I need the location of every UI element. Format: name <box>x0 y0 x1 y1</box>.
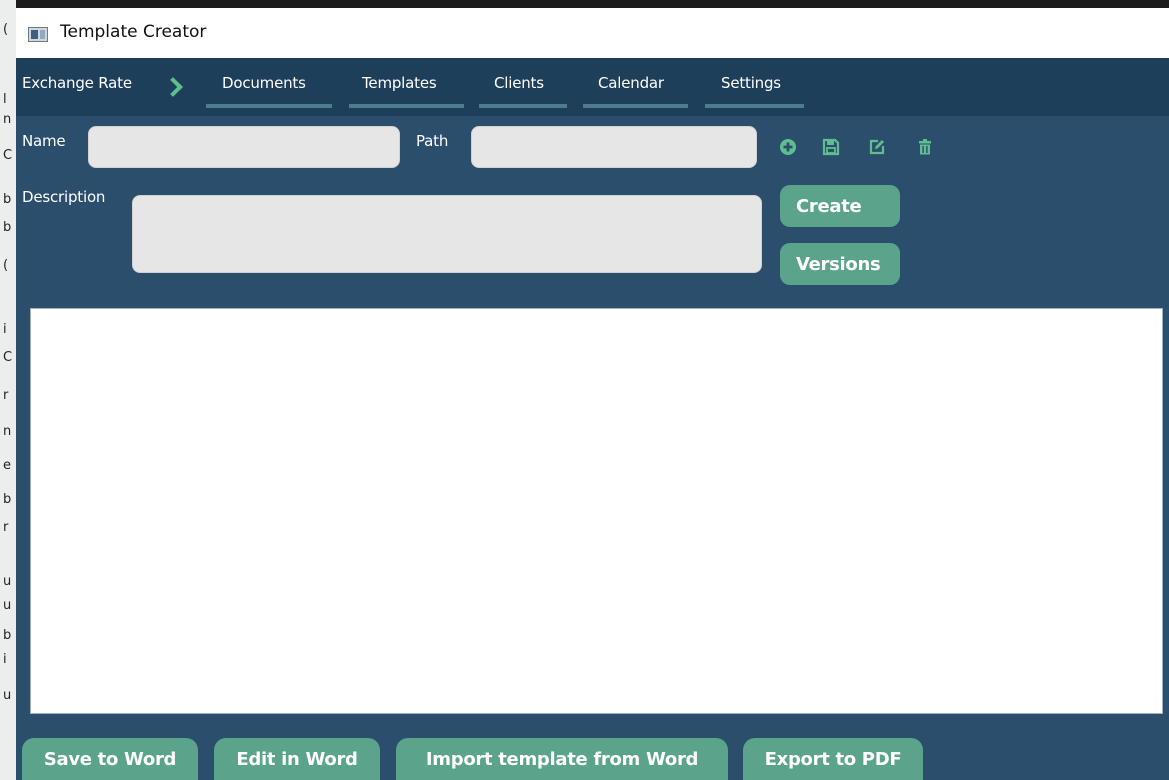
background-window-strip: ( l n C b b ( i C r n e b r u u b i u <box>0 0 16 780</box>
background-glyph: b <box>3 192 12 207</box>
trash-icon[interactable] <box>914 136 936 158</box>
background-glyph: r <box>3 388 9 403</box>
window-title: Template Creator <box>60 22 207 42</box>
window-titlebar[interactable]: Template Creator <box>16 8 1169 58</box>
description-input[interactable] <box>132 195 762 273</box>
versions-button[interactable]: Versions <box>780 243 900 285</box>
background-glyph: n <box>3 112 12 127</box>
chevron-right-icon[interactable] <box>163 77 183 97</box>
background-glyph: ( <box>3 22 9 37</box>
edit-icon[interactable] <box>866 136 888 158</box>
path-label: Path <box>416 132 449 150</box>
tab-settings[interactable]: Settings <box>721 74 781 92</box>
background-glyph: b <box>3 628 12 643</box>
background-glyph: r <box>3 520 9 535</box>
background-glyph: i <box>3 322 7 337</box>
main-nav: Exchange Rate Documents Templates Client… <box>16 58 1169 116</box>
description-label: Description <box>22 188 106 206</box>
name-label: Name <box>22 132 66 150</box>
nav-exchange-rate[interactable]: Exchange Rate <box>22 74 132 92</box>
background-glyph: l <box>3 92 7 107</box>
background-glyph: u <box>3 688 12 703</box>
tab-clients-underline <box>479 104 567 108</box>
tab-documents-underline <box>206 104 332 108</box>
tab-calendar-underline <box>583 104 688 108</box>
top-edge <box>0 0 1169 8</box>
save-to-word-button[interactable]: Save to Word <box>22 738 198 780</box>
tab-clients[interactable]: Clients <box>494 74 544 92</box>
app-window-icon <box>28 27 48 42</box>
export-to-pdf-button[interactable]: Export to PDF <box>743 738 923 780</box>
background-glyph: i <box>3 652 7 667</box>
create-button[interactable]: Create <box>780 185 900 227</box>
background-glyph: C <box>3 148 13 163</box>
background-glyph: u <box>3 574 12 589</box>
background-glyph: ( <box>3 258 9 273</box>
tab-templates-underline <box>349 104 464 108</box>
background-glyph: u <box>3 598 12 613</box>
background-glyph: n <box>3 424 12 439</box>
background-glyph: b <box>3 220 12 235</box>
save-icon[interactable] <box>820 136 842 158</box>
name-input[interactable] <box>88 126 400 168</box>
tab-settings-underline <box>705 104 804 108</box>
background-glyph: C <box>3 350 13 365</box>
template-editor-area[interactable] <box>30 308 1163 714</box>
path-input[interactable] <box>471 126 757 168</box>
tab-templates[interactable]: Templates <box>362 74 437 92</box>
tab-calendar[interactable]: Calendar <box>598 74 664 92</box>
edit-in-word-button[interactable]: Edit in Word <box>214 738 380 780</box>
background-glyph: e <box>3 458 11 473</box>
plus-circle-icon[interactable] <box>777 136 799 158</box>
tab-documents[interactable]: Documents <box>222 74 306 92</box>
import-template-button[interactable]: Import template from Word <box>396 738 728 780</box>
app-screen: ( l n C b b ( i C r n e b r u u b i u Te… <box>0 0 1169 780</box>
background-glyph: b <box>3 492 12 507</box>
